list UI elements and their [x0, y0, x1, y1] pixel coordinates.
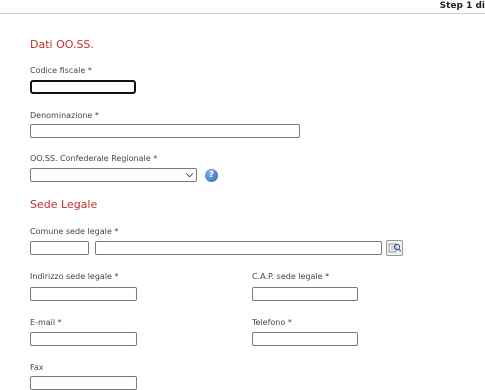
cap-sede-legale-label: C.A.P. sede legale * [252, 272, 330, 281]
header-divider [0, 13, 485, 14]
codice-fiscale-label: Codice fiscale * [30, 66, 92, 75]
codice-fiscale-input[interactable] [30, 80, 136, 94]
indirizzo-sede-legale-label: Indirizzo sede legale * [30, 272, 119, 281]
denominazione-label: Denominazione * [30, 111, 99, 120]
indirizzo-sede-legale-input[interactable] [30, 287, 137, 301]
oo-ss-confederale-select[interactable]: ⌵ [30, 168, 197, 182]
comune-code-input[interactable] [30, 241, 89, 255]
section-title-dati-oo-ss: Dati OO.SS. [30, 38, 94, 51]
lookup-icon[interactable] [386, 240, 403, 256]
help-icon[interactable]: ? [205, 169, 218, 182]
oo-ss-confederale-label: OO.SS. Confederale Regionale * [30, 154, 158, 163]
email-input[interactable] [30, 332, 137, 346]
telefono-label: Telefono * [252, 318, 292, 327]
fax-label: Fax [30, 363, 44, 372]
chevron-down-icon: ⌵ [186, 170, 193, 180]
comune-sede-legale-label: Comune sede legale * [30, 227, 119, 236]
telefono-input[interactable] [252, 332, 358, 346]
email-label: E-mail * [30, 318, 62, 327]
comune-name-input[interactable] [95, 241, 382, 255]
denominazione-input[interactable] [30, 124, 300, 138]
cap-sede-legale-input[interactable] [252, 287, 358, 301]
section-title-sede-legale: Sede Legale [30, 198, 98, 211]
step-indicator: Step 1 di [439, 1, 485, 11]
